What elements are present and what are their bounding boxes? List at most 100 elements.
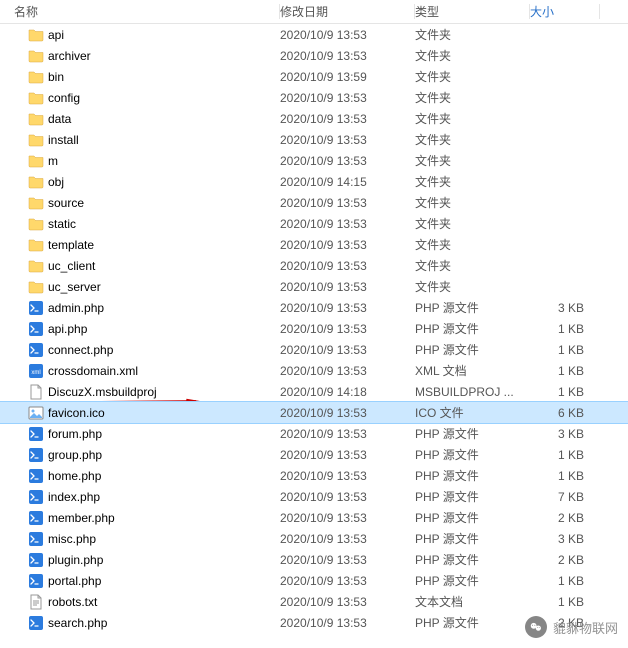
php-file-icon bbox=[28, 489, 44, 505]
php-file-icon bbox=[28, 342, 44, 358]
file-type: PHP 源文件 bbox=[415, 320, 530, 337]
file-type: PHP 源文件 bbox=[415, 614, 530, 631]
file-row[interactable]: install2020/10/9 13:53文件夹 bbox=[0, 129, 628, 150]
file-row[interactable]: DiscuzX.msbuildproj2020/10/9 14:18MSBUIL… bbox=[0, 381, 628, 402]
file-size: 3 KB bbox=[530, 427, 600, 441]
file-name: source bbox=[48, 196, 84, 210]
folder-icon bbox=[28, 48, 44, 64]
file-row[interactable]: uc_client 2020/10/9 13:53文件夹 bbox=[0, 255, 628, 276]
file-size: 7 KB bbox=[530, 490, 600, 504]
file-name: robots.txt bbox=[48, 595, 97, 609]
php-file-icon bbox=[28, 531, 44, 547]
file-date: 2020/10/9 13:53 bbox=[280, 574, 415, 588]
file-date: 2020/10/9 13:53 bbox=[280, 406, 415, 420]
file-date: 2020/10/9 13:53 bbox=[280, 427, 415, 441]
file-type: PHP 源文件 bbox=[415, 467, 530, 484]
file-row[interactable]: archiver2020/10/9 13:53文件夹 bbox=[0, 45, 628, 66]
file-date: 2020/10/9 13:53 bbox=[280, 49, 415, 63]
file-date: 2020/10/9 13:53 bbox=[280, 490, 415, 504]
file-row[interactable]: group.php2020/10/9 13:53PHP 源文件1 KB bbox=[0, 444, 628, 465]
file-name: m bbox=[48, 154, 58, 168]
file-row[interactable]: config2020/10/9 13:53文件夹 bbox=[0, 87, 628, 108]
file-type: 文件夹 bbox=[415, 26, 530, 43]
file-size: 1 KB bbox=[530, 595, 600, 609]
file-size: 1 KB bbox=[530, 385, 600, 399]
file-name: static bbox=[48, 217, 76, 231]
file-type: PHP 源文件 bbox=[415, 530, 530, 547]
file-name: crossdomain.xml bbox=[48, 364, 138, 378]
file-row[interactable]: favicon.ico2020/10/9 13:53ICO 文件6 KB bbox=[0, 402, 628, 423]
header-size[interactable]: 大小 bbox=[530, 0, 600, 23]
file-row[interactable]: api.php2020/10/9 13:53PHP 源文件1 KB bbox=[0, 318, 628, 339]
php-file-icon bbox=[28, 300, 44, 316]
watermark: 貔貅物联网 bbox=[525, 616, 618, 638]
php-file-icon bbox=[28, 426, 44, 442]
file-type: 文件夹 bbox=[415, 194, 530, 211]
file-type: 文件夹 bbox=[415, 278, 530, 295]
file-type: PHP 源文件 bbox=[415, 551, 530, 568]
file-name: connect.php bbox=[48, 343, 113, 357]
file-type: 文件夹 bbox=[415, 68, 530, 85]
php-file-icon bbox=[28, 321, 44, 337]
file-row[interactable]: static2020/10/9 13:53文件夹 bbox=[0, 213, 628, 234]
file-size: 3 KB bbox=[530, 532, 600, 546]
file-date: 2020/10/9 13:53 bbox=[280, 28, 415, 42]
file-type: MSBUILDPROJ ... bbox=[415, 385, 530, 399]
wechat-icon bbox=[525, 616, 547, 638]
file-date: 2020/10/9 14:15 bbox=[280, 175, 415, 189]
file-date: 2020/10/9 13:53 bbox=[280, 616, 415, 630]
file-row[interactable]: source2020/10/9 13:53文件夹 bbox=[0, 192, 628, 213]
header-date[interactable]: 修改日期 bbox=[280, 0, 415, 23]
file-date: 2020/10/9 13:53 bbox=[280, 259, 415, 273]
php-file-icon bbox=[28, 615, 44, 631]
folder-icon bbox=[28, 279, 44, 295]
file-name: data bbox=[48, 112, 71, 126]
file-row[interactable]: template2020/10/9 13:53文件夹 bbox=[0, 234, 628, 255]
file-date: 2020/10/9 13:53 bbox=[280, 469, 415, 483]
file-name: member.php bbox=[48, 511, 115, 525]
file-date: 2020/10/9 13:53 bbox=[280, 532, 415, 546]
file-date: 2020/10/9 13:53 bbox=[280, 238, 415, 252]
file-date: 2020/10/9 13:53 bbox=[280, 343, 415, 357]
file-type: 文件夹 bbox=[415, 152, 530, 169]
file-row[interactable]: plugin.php2020/10/9 13:53PHP 源文件2 KB bbox=[0, 549, 628, 570]
file-type: 文件夹 bbox=[415, 110, 530, 127]
file-row[interactable]: connect.php2020/10/9 13:53PHP 源文件1 KB bbox=[0, 339, 628, 360]
file-row[interactable]: home.php2020/10/9 13:53PHP 源文件1 KB bbox=[0, 465, 628, 486]
folder-icon bbox=[28, 174, 44, 190]
file-date: 2020/10/9 13:53 bbox=[280, 154, 415, 168]
file-row[interactable]: robots.txt2020/10/9 13:53文本文档1 KB bbox=[0, 591, 628, 612]
file-list: api2020/10/9 13:53文件夹archiver2020/10/9 1… bbox=[0, 24, 628, 633]
file-row[interactable]: data2020/10/9 13:53文件夹 bbox=[0, 108, 628, 129]
file-name: uc_client bbox=[48, 259, 95, 273]
watermark-text: 貔貅物联网 bbox=[553, 618, 618, 637]
file-size: 2 KB bbox=[530, 553, 600, 567]
header-type[interactable]: 类型 bbox=[415, 0, 530, 23]
file-row[interactable]: m 2020/10/9 13:53文件夹 bbox=[0, 150, 628, 171]
folder-icon bbox=[28, 153, 44, 169]
file-row[interactable]: api 2020/10/9 13:53文件夹 bbox=[0, 24, 628, 45]
file-row[interactable]: xmlcrossdomain.xml2020/10/9 13:53XML 文档1… bbox=[0, 360, 628, 381]
folder-icon bbox=[28, 132, 44, 148]
folder-icon bbox=[28, 195, 44, 211]
file-row[interactable]: member.php2020/10/9 13:53PHP 源文件2 KB bbox=[0, 507, 628, 528]
file-row[interactable]: obj2020/10/9 14:15文件夹 bbox=[0, 171, 628, 192]
file-name: admin.php bbox=[48, 301, 104, 315]
folder-icon bbox=[28, 90, 44, 106]
file-name: api bbox=[48, 28, 64, 42]
folder-icon bbox=[28, 237, 44, 253]
file-row[interactable]: forum.php2020/10/9 13:53PHP 源文件3 KB bbox=[0, 423, 628, 444]
file-size: 1 KB bbox=[530, 574, 600, 588]
header-name[interactable]: 名称 bbox=[0, 0, 280, 23]
file-type: 文件夹 bbox=[415, 257, 530, 274]
file-size: 1 KB bbox=[530, 448, 600, 462]
file-row[interactable]: portal.php2020/10/9 13:53PHP 源文件1 KB bbox=[0, 570, 628, 591]
file-row[interactable]: uc_server2020/10/9 13:53文件夹 bbox=[0, 276, 628, 297]
file-date: 2020/10/9 13:53 bbox=[280, 301, 415, 315]
file-type: 文本文档 bbox=[415, 593, 530, 610]
file-row[interactable]: admin.php2020/10/9 13:53PHP 源文件3 KB bbox=[0, 297, 628, 318]
file-row[interactable]: misc.php2020/10/9 13:53PHP 源文件3 KB bbox=[0, 528, 628, 549]
file-row[interactable]: index.php2020/10/9 13:53PHP 源文件7 KB bbox=[0, 486, 628, 507]
svg-text:xml: xml bbox=[31, 370, 40, 376]
file-row[interactable]: bin2020/10/9 13:59文件夹 bbox=[0, 66, 628, 87]
